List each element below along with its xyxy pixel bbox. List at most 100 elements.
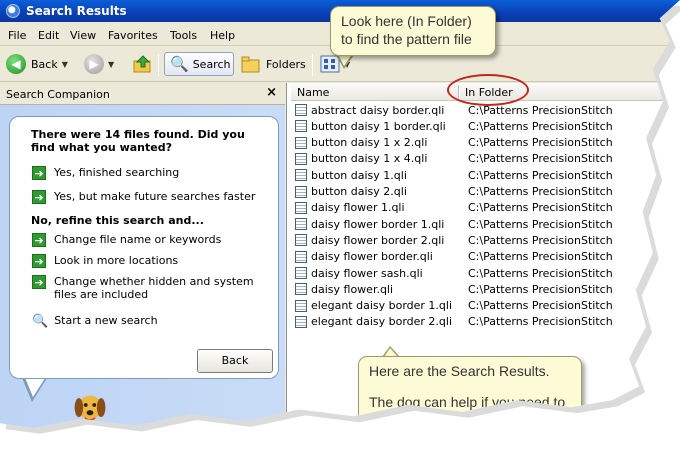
file-folder: C:\Patterns PrecisionStitch bbox=[468, 250, 613, 264]
search-label: Search bbox=[192, 57, 231, 71]
back-label: Back bbox=[31, 57, 58, 71]
table-row[interactable]: daisy flower 1.qli C:\Patterns PrecisionS… bbox=[295, 200, 680, 216]
file-folder: C:\Patterns PrecisionStitch bbox=[468, 266, 613, 280]
qli-file-icon bbox=[295, 136, 307, 149]
file-folder: C:\Patterns PrecisionStitch bbox=[468, 201, 613, 215]
callout-in-folder: Look here (In Folder) to find the patter… bbox=[330, 6, 496, 56]
forward-button[interactable]: ▶ ▼ bbox=[84, 52, 114, 76]
search-button[interactable]: 🔍 Search bbox=[164, 52, 234, 76]
table-row[interactable]: elegant daisy border 2.qli C:\Patterns Pr… bbox=[295, 314, 680, 330]
table-row[interactable]: daisy flower border 1.qli C:\Patterns Pre… bbox=[295, 216, 680, 232]
file-folder: C:\Patterns PrecisionStitch bbox=[468, 152, 613, 166]
file-folder: C:\Patterns PrecisionStitch bbox=[468, 282, 613, 296]
search-companion-title: Search Companion bbox=[6, 88, 110, 101]
companion-bubble: There were 14 files found. Did you find … bbox=[9, 116, 279, 379]
file-name: daisy flower.qli bbox=[311, 282, 394, 296]
qli-file-icon bbox=[295, 104, 307, 116]
qli-file-icon bbox=[295, 267, 307, 279]
qli-file-icon bbox=[295, 234, 307, 247]
search-dog-icon[interactable] bbox=[60, 387, 120, 447]
file-name: button daisy 1.qli bbox=[311, 168, 407, 182]
option-hidden-files[interactable]: ➔ Change whether hidden and system files… bbox=[32, 275, 269, 301]
table-row[interactable]: button daisy 1.qli C:\Patterns PrecisionS… bbox=[295, 167, 680, 183]
table-row[interactable]: button daisy 1 x 4.qli C:\Patterns Precis… bbox=[295, 151, 680, 167]
folders-label: Folders bbox=[266, 57, 306, 71]
file-folder: C:\Patterns PrecisionStitch bbox=[468, 315, 613, 329]
file-folder: C:\Patterns PrecisionStitch bbox=[468, 299, 613, 313]
qli-file-icon bbox=[295, 218, 307, 231]
back-button[interactable]: ◀ Back ▼ bbox=[6, 52, 68, 76]
search-companion-header: Search Companion × bbox=[0, 83, 285, 105]
search-companion-pane: Search Companion × There were 14 files f… bbox=[0, 83, 285, 447]
file-name: elegant daisy border 1.qli bbox=[311, 299, 453, 313]
file-name: daisy flower border 1.qli bbox=[311, 217, 445, 231]
companion-back-button[interactable]: Back bbox=[197, 349, 273, 373]
refine-heading: No, refine this search and... bbox=[31, 214, 204, 227]
menu-tools[interactable]: Tools bbox=[170, 29, 197, 42]
menu-help[interactable]: Help bbox=[210, 29, 235, 42]
search-window-icon bbox=[6, 4, 20, 18]
start-new-search-link[interactable]: 🔍 Start a new search bbox=[32, 314, 284, 329]
up-folder-icon bbox=[133, 55, 151, 73]
qli-file-icon bbox=[295, 120, 307, 133]
option-faster-searches[interactable]: ➔ Yes, but make future searches faster bbox=[32, 190, 284, 204]
table-row[interactable]: daisy flower.qli C:\Patterns PrecisionSti… bbox=[295, 281, 680, 297]
menu-edit[interactable]: Edit bbox=[38, 29, 59, 42]
table-row[interactable]: elegant daisy border 1.qli C:\Patterns Pr… bbox=[295, 298, 680, 314]
chevron-down-icon[interactable]: ▼ bbox=[62, 60, 68, 69]
menu-file[interactable]: File bbox=[8, 29, 26, 42]
file-name: button daisy 1 x 2.qli bbox=[311, 136, 428, 150]
file-name: elegant daisy border 2.qli bbox=[311, 315, 453, 329]
file-folder: C:\Patterns PrecisionStitch bbox=[468, 233, 613, 247]
table-row[interactable]: daisy flower border 2.qli C:\Patterns Pre… bbox=[295, 232, 680, 248]
file-name: button daisy 1 border.qli bbox=[311, 119, 446, 133]
file-name: daisy flower border.qli bbox=[311, 250, 433, 264]
file-folder: C:\Patterns PrecisionStitch bbox=[468, 119, 613, 133]
folders-button[interactable]: Folders bbox=[240, 52, 306, 76]
file-folder: C:\Patterns PrecisionStitch bbox=[468, 185, 613, 198]
arrow-right-icon: ➔ bbox=[32, 190, 46, 204]
table-row[interactable]: daisy flower border.qli C:\Patterns Preci… bbox=[295, 249, 680, 265]
file-folder: C:\Patterns PrecisionStitch bbox=[468, 136, 613, 150]
file-folder: C:\Patterns PrecisionStitch bbox=[468, 168, 613, 182]
qli-file-icon bbox=[295, 201, 307, 214]
in-folder-highlight bbox=[447, 74, 529, 106]
table-row[interactable]: button daisy 2.qli C:\Patterns PrecisionS… bbox=[295, 184, 680, 200]
forward-arrow-icon: ▶ bbox=[84, 54, 104, 74]
up-folder-button[interactable] bbox=[132, 52, 154, 76]
qli-file-icon bbox=[295, 169, 307, 182]
back-arrow-icon: ◀ bbox=[6, 54, 26, 74]
qli-file-icon bbox=[295, 250, 307, 263]
window-title: Search Results bbox=[26, 4, 127, 18]
table-row[interactable]: button daisy 1 x 2.qli C:\Patterns Precis… bbox=[295, 135, 680, 151]
file-folder: C:\Patterns PrecisionStitch bbox=[468, 217, 613, 231]
results-question: There were 14 files found. Did you find … bbox=[31, 128, 245, 154]
arrow-right-icon: ➔ bbox=[32, 233, 46, 247]
arrow-right-icon: ➔ bbox=[32, 166, 46, 180]
close-icon[interactable]: × bbox=[266, 85, 277, 100]
search-icon: 🔍 bbox=[170, 55, 189, 73]
callout-results-text: Here are the Search Results. bbox=[369, 363, 550, 379]
table-row[interactable]: daisy flower sash.qli C:\Patterns Precisi… bbox=[295, 265, 680, 281]
option-finished[interactable]: ➔ Yes, finished searching bbox=[32, 166, 284, 180]
file-name: daisy flower border 2.qli bbox=[311, 233, 445, 247]
qli-file-icon bbox=[295, 283, 307, 296]
option-more-locations[interactable]: ➔ Look in more locations bbox=[32, 254, 284, 268]
file-name: daisy flower 1.qli bbox=[311, 201, 405, 215]
column-name[interactable]: Name bbox=[297, 86, 329, 99]
qli-file-icon bbox=[295, 185, 307, 198]
chevron-down-icon[interactable]: ▼ bbox=[108, 60, 114, 69]
arrow-right-icon: ➔ bbox=[32, 275, 46, 289]
menu-favorites[interactable]: Favorites bbox=[108, 29, 158, 42]
file-name: daisy flower sash.qli bbox=[311, 266, 423, 280]
table-row[interactable]: button daisy 1 border.qli C:\Patterns Pre… bbox=[295, 118, 680, 134]
file-name: button daisy 2.qli bbox=[311, 185, 407, 198]
folders-icon bbox=[241, 56, 260, 73]
qli-file-icon bbox=[295, 299, 307, 312]
option-change-name[interactable]: ➔ Change file name or keywords bbox=[32, 233, 284, 247]
qli-file-icon bbox=[295, 152, 307, 165]
menu-view[interactable]: View bbox=[70, 29, 96, 42]
arrow-right-icon: ➔ bbox=[32, 254, 46, 268]
explorer-window: Search Results File Edit View Favorites … bbox=[0, 0, 680, 447]
file-name: abstract daisy border.qli bbox=[311, 103, 445, 117]
